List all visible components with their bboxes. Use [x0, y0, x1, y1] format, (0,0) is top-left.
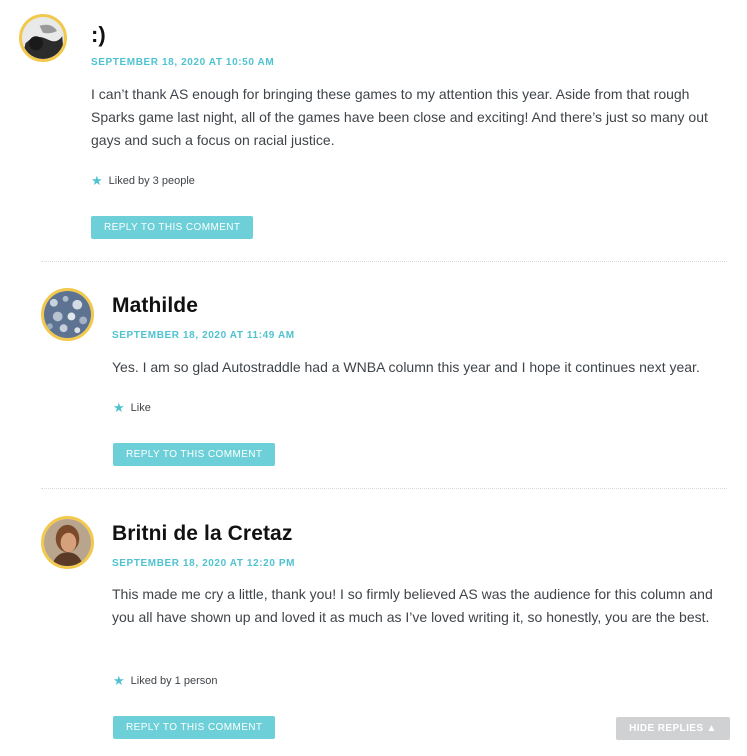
- divider: [41, 488, 727, 489]
- user-photo-icon: [44, 291, 91, 338]
- like-button[interactable]: ★ Like: [113, 401, 151, 414]
- like-label: Like: [130, 401, 151, 414]
- star-icon: ★: [113, 400, 125, 415]
- like-label: Liked by 3 people: [108, 174, 195, 187]
- like-status[interactable]: ★ Liked by 1 person: [113, 674, 218, 687]
- hide-replies-button[interactable]: HIDE REPLIES ▲: [616, 717, 730, 740]
- comment-body: Yes. I am so glad Autostraddle had a WNB…: [112, 359, 700, 375]
- user-photo-icon: [44, 519, 91, 566]
- comment-date-link[interactable]: SEPTEMBER 18, 2020 AT 10:50 AM: [91, 57, 274, 68]
- star-icon: ★: [91, 173, 103, 188]
- comment-body: This made me cry a little, thank you! I …: [112, 586, 713, 625]
- star-icon: ★: [113, 673, 125, 688]
- user-photo-icon: [22, 17, 64, 59]
- comment-date-link[interactable]: SEPTEMBER 18, 2020 AT 11:49 AM: [112, 330, 295, 341]
- comment-body: I can’t thank AS enough for bringing the…: [91, 86, 708, 148]
- reply-button[interactable]: REPLY TO THIS COMMENT: [113, 443, 276, 466]
- reply-button[interactable]: REPLY TO THIS COMMENT: [91, 216, 254, 239]
- like-status[interactable]: ★ Liked by 3 people: [91, 174, 195, 187]
- comment-author: :): [91, 22, 106, 47]
- comment-author: Mathilde: [112, 294, 198, 317]
- like-label: Liked by 1 person: [130, 674, 218, 687]
- avatar[interactable]: [19, 14, 67, 62]
- reply-button[interactable]: REPLY TO THIS COMMENT: [113, 716, 276, 739]
- avatar[interactable]: [41, 288, 94, 341]
- divider: [41, 261, 727, 262]
- comment-date-link[interactable]: SEPTEMBER 18, 2020 AT 12:20 PM: [112, 558, 295, 569]
- comment-author: Britni de la Cretaz: [112, 522, 293, 545]
- avatar[interactable]: [41, 516, 94, 569]
